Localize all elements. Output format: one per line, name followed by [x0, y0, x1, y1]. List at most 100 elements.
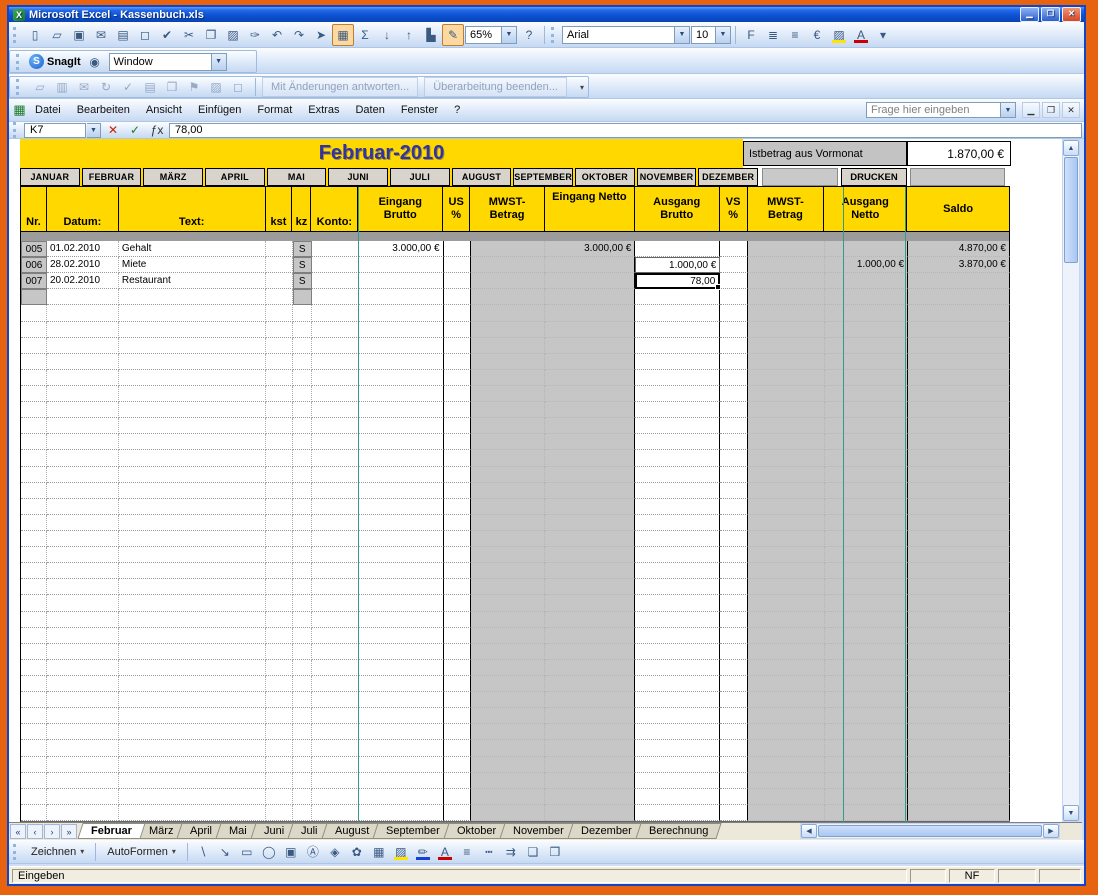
grid-cell[interactable] — [443, 257, 471, 274]
grid-cell[interactable] — [635, 418, 721, 435]
grid-cell[interactable] — [46, 305, 119, 322]
diagram-icon[interactable]: ◈ — [324, 841, 346, 863]
grid-cell[interactable] — [545, 627, 636, 644]
grid-cell[interactable] — [292, 724, 312, 741]
review-button-mit-anderungen-antworten[interactable]: Mit Änderungen antworten... — [262, 77, 419, 97]
grid-cell[interactable] — [21, 321, 47, 338]
grid-cell[interactable] — [118, 530, 266, 548]
grid-cell[interactable] — [358, 708, 444, 725]
grid-cell[interactable] — [292, 772, 312, 789]
grid-cell[interactable] — [311, 369, 359, 386]
column-header-kst[interactable]: kst — [266, 187, 293, 231]
last-sheet-icon[interactable]: » — [61, 824, 77, 839]
grid-cell[interactable] — [118, 402, 266, 419]
grid-cell[interactable] — [825, 241, 909, 258]
grid-cell[interactable] — [21, 675, 47, 693]
grid-cell[interactable] — [635, 289, 721, 306]
menu-format[interactable]: Format — [249, 101, 300, 119]
grid-cell[interactable] — [825, 724, 909, 741]
column-header-mwst-betrag[interactable]: MWST- Betrag — [748, 187, 825, 231]
grid-cell[interactable]: 28.02.2010 — [46, 257, 119, 274]
grid-cell[interactable] — [545, 514, 636, 531]
grid-cell[interactable] — [118, 724, 266, 741]
grid-cell[interactable] — [292, 708, 312, 725]
grid-cell[interactable] — [265, 724, 293, 741]
grid-cell[interactable] — [118, 547, 266, 564]
grid-cell[interactable] — [748, 434, 826, 451]
grid-cell[interactable] — [21, 289, 47, 306]
grid-cell[interactable] — [545, 450, 636, 467]
grid-cell[interactable] — [908, 418, 1010, 435]
grid-cell[interactable]: 006 — [21, 257, 47, 274]
grid-cell[interactable] — [292, 595, 312, 612]
grid-cell[interactable] — [748, 740, 826, 757]
chevron-down-icon[interactable]: ▼ — [1000, 103, 1015, 117]
grid-cell[interactable] — [46, 756, 119, 773]
line-icon[interactable]: ∖ — [192, 841, 214, 863]
carryover-value[interactable]: 1.870,00 € — [907, 141, 1011, 166]
grid-cell[interactable] — [311, 482, 359, 499]
grid-cell[interactable] — [720, 627, 749, 644]
autoshapes-menu-button[interactable]: AutoFormen ▾ — [100, 842, 183, 861]
grid-cell[interactable] — [292, 482, 312, 499]
grid-cell[interactable] — [825, 337, 909, 354]
grid-cell[interactable] — [748, 643, 826, 660]
grid-cell[interactable] — [825, 692, 909, 709]
grid-cell[interactable] — [311, 530, 359, 548]
month-button-oktober[interactable]: OKTOBER — [575, 168, 635, 186]
grid-cell[interactable] — [908, 724, 1010, 741]
grid-cell[interactable] — [470, 337, 546, 354]
grid-cell[interactable] — [292, 402, 312, 419]
grid-cell[interactable] — [443, 804, 471, 821]
grid-cell[interactable] — [358, 563, 444, 580]
grid-cell[interactable] — [720, 289, 749, 306]
grid-cell[interactable] — [443, 708, 471, 725]
grid-cell[interactable] — [635, 514, 721, 531]
grid-cell[interactable] — [748, 659, 826, 676]
grid-cell[interactable] — [265, 337, 293, 354]
grid-cell[interactable]: 005 — [21, 241, 47, 258]
review-tool-icon[interactable]: ✓ — [117, 76, 139, 98]
grid-cell[interactable] — [545, 369, 636, 386]
menu-bearbeiten[interactable]: Bearbeiten — [69, 101, 138, 119]
grid-cell[interactable] — [265, 627, 293, 644]
grid-cell[interactable] — [311, 708, 359, 725]
grid-cell[interactable] — [545, 402, 636, 419]
grid-cell[interactable] — [118, 692, 266, 709]
grid-cell[interactable] — [358, 257, 444, 274]
grid-cell[interactable] — [720, 385, 749, 403]
grid-cell[interactable] — [46, 595, 119, 612]
grid-cell[interactable] — [720, 498, 749, 515]
grid-cell[interactable] — [21, 498, 47, 515]
grid-cell[interactable] — [470, 563, 546, 580]
grid-cell[interactable] — [21, 385, 47, 403]
grid-cell[interactable] — [265, 402, 293, 419]
grid-cell[interactable] — [265, 273, 293, 290]
grid-cell[interactable] — [545, 708, 636, 725]
grid-cell[interactable] — [21, 434, 47, 451]
menu-item[interactable]: ? — [446, 101, 468, 119]
grid-cell[interactable] — [21, 305, 47, 322]
grid-cell[interactable] — [545, 321, 636, 338]
grid-cell[interactable] — [470, 241, 546, 258]
grid-cell[interactable] — [470, 530, 546, 548]
grid-cell[interactable] — [635, 385, 721, 403]
grid-cell[interactable] — [21, 353, 47, 370]
font-name-combo[interactable]: Arial ▼ — [562, 25, 690, 44]
mail-icon[interactable]: ✉ — [90, 24, 112, 46]
grid-cell[interactable] — [825, 434, 909, 451]
grid-cell[interactable] — [908, 547, 1010, 564]
column-header-eingang-brutto[interactable]: Eingang Brutto — [358, 187, 444, 231]
arrow-icon[interactable]: ↘ — [214, 841, 236, 863]
grid-cell[interactable] — [21, 788, 47, 805]
redo-icon[interactable]: ↷ — [288, 24, 310, 46]
grid-cell[interactable] — [545, 466, 636, 483]
grid-cell[interactable] — [720, 450, 749, 467]
grid-cell[interactable] — [292, 514, 312, 531]
grid-cell[interactable] — [720, 708, 749, 725]
grid-cell[interactable] — [748, 692, 826, 709]
chevron-down-icon[interactable]: ▼ — [715, 26, 730, 43]
grid-cell[interactable] — [118, 434, 266, 451]
column-header-nr[interactable]: Nr. — [21, 187, 47, 231]
grid-cell[interactable] — [545, 595, 636, 612]
